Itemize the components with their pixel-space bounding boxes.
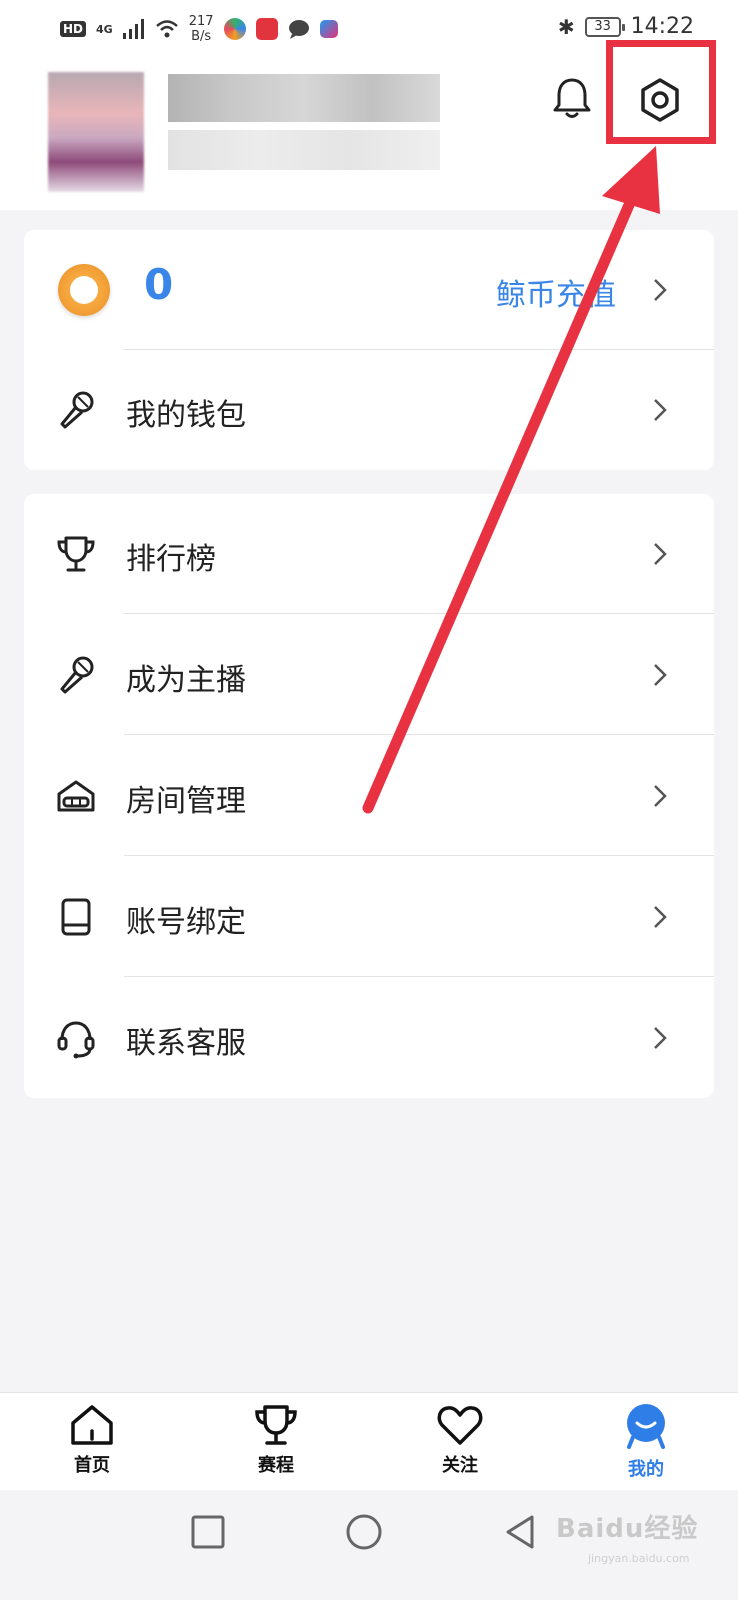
- speed-value: 217: [188, 14, 214, 29]
- hd-indicator: HD: [60, 21, 87, 37]
- app-icon-heart: [255, 18, 278, 40]
- microphone-icon: [60, 391, 94, 429]
- battery-icon: 33: [584, 16, 625, 37]
- nav-label: 我的: [628, 1459, 664, 1480]
- bluetooth-icon: ✱: [557, 14, 575, 39]
- wallet-label: 我的钱包: [126, 398, 246, 433]
- baidu-watermark-url: jingyan.baidu.com: [588, 1552, 690, 1565]
- home-icon: [71, 1405, 113, 1445]
- status-bar-left: HD 4G 217 B/s: [60, 14, 338, 44]
- chevron-right-icon: [654, 399, 667, 421]
- trophy-icon: [255, 1405, 297, 1445]
- chevron-right-icon: [654, 279, 667, 301]
- recharge-link[interactable]: 鲸币充值: [496, 270, 616, 314]
- bottom-nav: 首页 赛程 关注 我的: [0, 1392, 738, 1490]
- avatar[interactable]: [48, 72, 144, 192]
- menu-item-leaderboard[interactable]: 排行榜: [24, 494, 714, 614]
- menu-card: 排行榜 成为主播 房间管理 账号绑定 联系客服: [24, 494, 714, 1098]
- chevron-right-icon: [654, 906, 667, 928]
- divider: [124, 855, 714, 856]
- menu-item-label: 联系客服: [126, 1026, 246, 1061]
- nav-schedule[interactable]: 赛程: [216, 1403, 336, 1487]
- menu-item-label: 成为主播: [126, 663, 246, 698]
- username-blurred[interactable]: [168, 74, 440, 122]
- wifi-icon: [155, 20, 178, 38]
- network-speed: 217 B/s: [189, 14, 214, 44]
- app-icon-browser: [223, 18, 246, 40]
- menu-item-label: 账号绑定: [126, 905, 246, 940]
- heart-icon: [437, 1406, 483, 1445]
- nav-label: 关注: [442, 1455, 478, 1476]
- coin-balance: 0: [144, 260, 174, 309]
- microphone-icon: [60, 656, 94, 694]
- chevron-right-icon: [654, 1027, 667, 1049]
- baidu-watermark: Baidu经验: [556, 1514, 699, 1544]
- menu-item-label: 排行榜: [126, 542, 216, 577]
- back-button-icon[interactable]: [500, 1512, 540, 1552]
- divider: [124, 613, 714, 614]
- system-nav-bar: [0, 1490, 738, 1600]
- chevron-right-icon: [654, 664, 667, 686]
- menu-item-label: 房间管理: [126, 784, 246, 819]
- wallet-card: 0 鲸币充值 我的钱包: [24, 230, 714, 470]
- nav-label: 首页: [74, 1455, 110, 1476]
- message-icon: [288, 20, 309, 39]
- coin-recharge-row[interactable]: 0 鲸币充值: [24, 230, 714, 350]
- nav-home[interactable]: 首页: [32, 1403, 152, 1487]
- nav-mine[interactable]: 我的: [586, 1403, 706, 1487]
- wallet-row[interactable]: 我的钱包: [24, 350, 714, 470]
- settings-highlight-box: [606, 40, 716, 144]
- house-icon: [57, 780, 95, 812]
- divider: [124, 734, 714, 735]
- nav-label: 赛程: [258, 1455, 294, 1476]
- speed-unit: B/s: [191, 29, 212, 44]
- signal-icon: [122, 19, 144, 39]
- menu-item-account-binding[interactable]: 账号绑定: [24, 857, 714, 977]
- divider: [124, 976, 714, 977]
- user-subtitle-blurred: [168, 130, 440, 170]
- status-bar-right: ✱ 33 14:22: [558, 14, 694, 39]
- menu-item-become-streamer[interactable]: 成为主播: [24, 615, 714, 735]
- recent-apps-icon[interactable]: [188, 1512, 228, 1552]
- app-icon-youku: [319, 20, 338, 38]
- whale-coin-icon: [58, 264, 110, 316]
- trophy-icon: [57, 536, 95, 572]
- network-type: 4G: [96, 22, 113, 36]
- clock: 14:22: [630, 14, 694, 39]
- home-button-icon[interactable]: [344, 1512, 384, 1552]
- chevron-right-icon: [654, 543, 667, 565]
- chevron-right-icon: [654, 785, 667, 807]
- profile-icon: [627, 1404, 665, 1449]
- headset-icon: [57, 1021, 95, 1059]
- menu-item-room-management[interactable]: 房间管理: [24, 736, 714, 856]
- menu-item-customer-service[interactable]: 联系客服: [24, 978, 714, 1098]
- nav-follow[interactable]: 关注: [400, 1403, 520, 1487]
- tablet-icon: [61, 898, 91, 936]
- bell-icon[interactable]: [550, 76, 594, 120]
